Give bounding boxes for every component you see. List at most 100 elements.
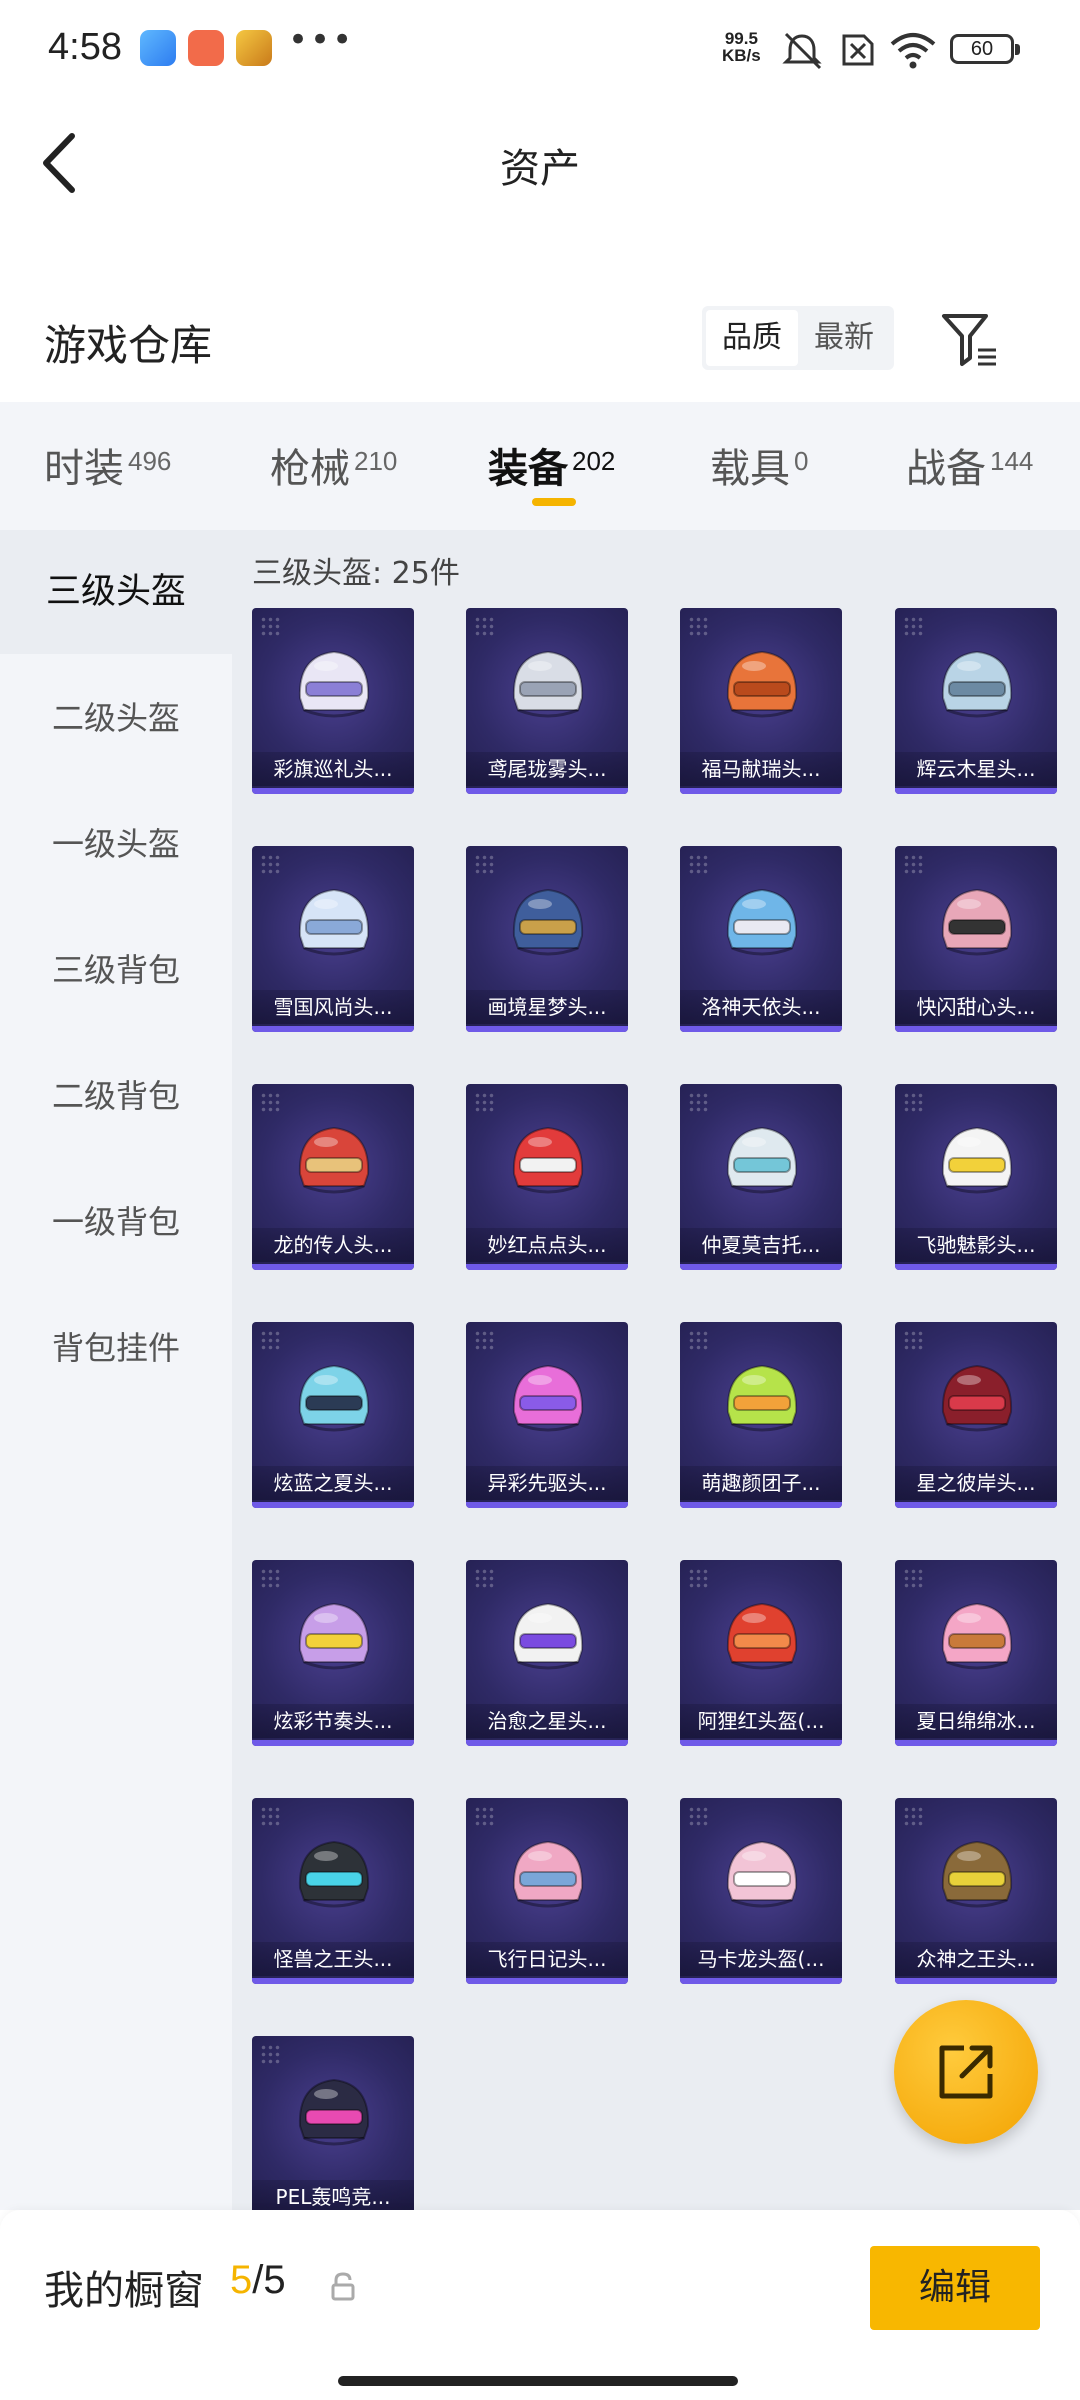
item-card[interactable]: 福马献瑞头... (680, 608, 842, 794)
item-name: 彩旗巡礼头... (252, 752, 414, 786)
item-name: 治愈之星头... (466, 1704, 628, 1738)
helmet-icon (298, 1602, 370, 1670)
wifi-icon (890, 33, 936, 69)
showcase-count: 5/5 (230, 2258, 286, 2303)
item-card[interactable]: 飞行日记头... (466, 1798, 628, 1984)
item-name: 鸢尾珑雾头... (466, 752, 628, 786)
tab-count: 144 (990, 446, 1034, 476)
filter-icon[interactable] (940, 310, 1000, 370)
sort-toggle: 品质 最新 (702, 306, 894, 370)
helmet-icon (726, 650, 798, 718)
sidebar-item-level3-helmet[interactable]: 三级头盔 (0, 530, 232, 654)
item-name: 画境星梦头... (466, 990, 628, 1024)
sidebar-item-level2-backpack[interactable]: 二级背包 (0, 1034, 232, 1158)
network-speed-unit: KB/s (722, 46, 761, 65)
item-grid-panel: 三级头盔: 25件 彩旗巡礼头... 鸢尾珑雾头... 福马献瑞头... 辉云木星头.… (232, 530, 1080, 2222)
edit-button[interactable]: 编辑 (870, 2246, 1040, 2330)
item-card[interactable]: 仲夏莫吉托... (680, 1084, 842, 1270)
item-card[interactable]: 飞驰魅影头... (895, 1084, 1057, 1270)
subcategory-sidebar: 三级头盔 二级头盔 一级头盔 三级背包 二级背包 一级背包 背包挂件 (0, 530, 232, 2210)
item-card[interactable]: 众神之王头... (895, 1798, 1057, 1984)
tab-count: 496 (128, 446, 172, 476)
showcase-current: 5 (230, 2258, 253, 2302)
helmet-icon (512, 1602, 584, 1670)
sort-quality-button[interactable]: 品质 (706, 310, 798, 366)
share-button[interactable] (894, 2000, 1038, 2144)
tab-supplies[interactable]: 战备 144 (906, 436, 1033, 494)
helmet-icon (298, 1364, 370, 1432)
helmet-icon (941, 650, 1013, 718)
tab-vehicles[interactable]: 载具 0 (710, 436, 808, 494)
item-card[interactable]: 异彩先驱头... (466, 1322, 628, 1508)
item-card[interactable]: 彩旗巡礼头... (252, 608, 414, 794)
sidebar-item-level1-helmet[interactable]: 一级头盔 (0, 782, 232, 906)
app-notification-icon (236, 30, 272, 66)
item-name: PEL轰鸣竞... (252, 2180, 414, 2214)
item-card[interactable]: 怪兽之王头... (252, 1798, 414, 1984)
item-name: 夏日绵绵冰... (895, 1704, 1057, 1738)
item-card[interactable]: 炫彩节奏头... (252, 1560, 414, 1746)
item-name: 飞驰魅影头... (895, 1228, 1057, 1262)
item-name: 萌趣颜团子... (680, 1466, 842, 1500)
home-indicator (338, 2376, 738, 2386)
showcase-total: /5 (252, 2258, 286, 2302)
helmet-icon (512, 650, 584, 718)
item-card[interactable]: 雪国风尚头... (252, 846, 414, 1032)
item-card[interactable]: 星之彼岸头... (895, 1322, 1057, 1508)
helmet-icon (726, 1602, 798, 1670)
item-name: 炫彩节奏头... (252, 1704, 414, 1738)
helmet-icon (726, 888, 798, 956)
item-name: 马卡龙头盔(... (680, 1942, 842, 1976)
item-name: 阿狸红头盔(... (680, 1704, 842, 1738)
sort-newest-button[interactable]: 最新 (798, 310, 890, 366)
tab-fashion[interactable]: 时装 496 (44, 436, 171, 494)
item-card[interactable]: 辉云木星头... (895, 608, 1057, 794)
helmet-icon (512, 888, 584, 956)
item-card[interactable]: 龙的传人头... (252, 1084, 414, 1270)
item-name: 龙的传人头... (252, 1228, 414, 1262)
tab-weapons[interactable]: 枪械 210 (270, 436, 397, 494)
tab-label: 枪械 (270, 446, 350, 492)
helmet-icon (512, 1840, 584, 1908)
helmet-icon (512, 1126, 584, 1194)
item-name: 异彩先驱头... (466, 1466, 628, 1500)
tab-equipment[interactable]: 装备 202 (488, 436, 615, 494)
helmet-icon (298, 888, 370, 956)
sidebar-item-backpack-charm[interactable]: 背包挂件 (0, 1286, 232, 1410)
item-name: 仲夏莫吉托... (680, 1228, 842, 1262)
app-notification-icon (140, 30, 176, 66)
item-card[interactable]: 妙红点点头... (466, 1084, 628, 1270)
item-card[interactable]: 阿狸红头盔(... (680, 1560, 842, 1746)
helmet-icon (941, 1602, 1013, 1670)
no-sim-icon (842, 34, 874, 66)
item-name: 众神之王头... (895, 1942, 1057, 1976)
item-card[interactable]: 画境星梦头... (466, 846, 628, 1032)
share-icon (939, 2045, 993, 2099)
helmet-icon (726, 1364, 798, 1432)
item-card[interactable]: 马卡龙头盔(... (680, 1798, 842, 1984)
item-card[interactable]: 鸢尾珑雾头... (466, 608, 628, 794)
item-card[interactable]: PEL轰鸣竞... (252, 2036, 414, 2222)
item-card[interactable]: 洛神天依头... (680, 846, 842, 1032)
warehouse-title: 游戏仓库 (44, 321, 213, 370)
category-tabs: 时装 496 枪械 210 装备 202 载具 0 战备 144 (0, 402, 1080, 530)
sidebar-item-level2-helmet[interactable]: 二级头盔 (0, 656, 232, 780)
helmet-icon (941, 1840, 1013, 1908)
item-name: 炫蓝之夏头... (252, 1466, 414, 1500)
item-name: 星之彼岸头... (895, 1466, 1057, 1500)
tab-label: 时装 (44, 446, 124, 492)
status-bar: 4:58 ••• 99.5 KB/s 60 (0, 0, 1080, 100)
item-card[interactable]: 萌趣颜团子... (680, 1322, 842, 1508)
item-name: 洛神天依头... (680, 990, 842, 1024)
item-card[interactable]: 治愈之星头... (466, 1560, 628, 1746)
item-name: 快闪甜心头... (895, 990, 1057, 1024)
item-card[interactable]: 夏日绵绵冰... (895, 1560, 1057, 1746)
sidebar-item-level1-backpack[interactable]: 一级背包 (0, 1160, 232, 1284)
item-card[interactable]: 炫蓝之夏头... (252, 1322, 414, 1508)
status-time: 4:58 (48, 26, 122, 68)
item-card[interactable]: 快闪甜心头... (895, 846, 1057, 1032)
sidebar-item-level3-backpack[interactable]: 三级背包 (0, 908, 232, 1032)
item-name: 雪国风尚头... (252, 990, 414, 1024)
item-name: 辉云木星头... (895, 752, 1057, 786)
item-name: 怪兽之王头... (252, 1942, 414, 1976)
